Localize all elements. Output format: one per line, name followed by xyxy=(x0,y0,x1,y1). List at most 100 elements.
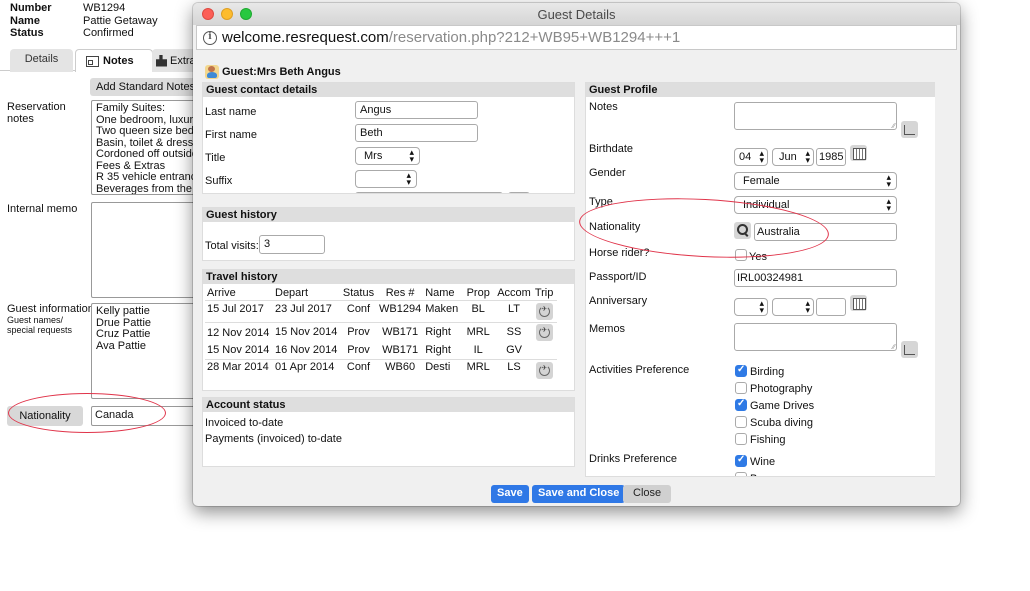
gender-select[interactable]: Female ▴ ▾ xyxy=(734,172,897,190)
url-host: welcome.resrequest.com xyxy=(222,29,389,46)
info-icon[interactable]: i xyxy=(203,30,217,45)
panel-header: Guest contact details xyxy=(203,83,574,97)
passport-input[interactable]: IRL00324981 xyxy=(734,269,897,287)
note-icon xyxy=(86,55,99,67)
activity-checkbox-photography[interactable] xyxy=(735,382,747,394)
close-button[interactable]: Close xyxy=(623,485,672,503)
depart-cell: 15 Nov 2014 xyxy=(275,326,338,339)
trip-icon[interactable] xyxy=(536,302,554,320)
guest-information-label: Guest information Guest names/ special r… xyxy=(7,303,94,335)
reservation-notes-textarea[interactable]: Family Suites: One bedroom, luxury Two q… xyxy=(91,100,206,195)
arrive-cell: 12 Nov 2014 xyxy=(207,327,270,340)
next-field-button[interactable] xyxy=(508,192,530,193)
title-bar[interactable]: Guest Details xyxy=(193,3,960,25)
add-standard-notes-button[interactable]: Add Standard Notes xyxy=(90,78,205,96)
trip-icon[interactable] xyxy=(536,361,554,379)
tab-details[interactable]: Details xyxy=(10,49,73,72)
memos-label: Memos xyxy=(589,323,626,335)
depart-cell: 23 Jul 2017 xyxy=(273,300,340,323)
suffix-label: Suffix xyxy=(205,175,233,187)
expand-notes-icon[interactable] xyxy=(901,121,918,138)
calendar-icon[interactable] xyxy=(850,295,867,311)
panel-header: Guest history xyxy=(203,208,574,222)
table-row[interactable]: 15 Nov 2014 16 Nov 2014 Prov WB171 Right… xyxy=(205,342,557,360)
tab-notes[interactable]: Notes xyxy=(75,49,153,72)
activity-checkbox-fishing[interactable] xyxy=(735,433,747,445)
anniversary-year-input[interactable] xyxy=(816,298,846,316)
birth-year-input[interactable]: 1985 xyxy=(816,148,846,166)
activity-label: Game Drives xyxy=(750,400,815,412)
activity-checkbox-scuba-diving[interactable] xyxy=(735,416,747,428)
nationality-input[interactable]: Canada xyxy=(91,406,206,426)
tab-label: Notes xyxy=(103,55,134,67)
guest-profile-panel: Guest Profile Notes Birthdate 04 ▴▾ Jun ▴▾… xyxy=(585,82,935,477)
guest-information-textarea[interactable]: Kelly pattie Drue Pattie Cruz Pattie Ava… xyxy=(91,303,206,399)
name-cell: Desti xyxy=(425,360,451,373)
internal-memo-textarea[interactable] xyxy=(91,202,206,298)
expand-memos-icon[interactable] xyxy=(901,341,918,358)
trip-icon[interactable] xyxy=(536,323,554,341)
type-label: Type xyxy=(589,196,613,208)
res-cell[interactable]: WB171 xyxy=(377,342,424,360)
drink-checkbox-beer[interactable] xyxy=(735,472,747,476)
birth-day-select[interactable]: 04 ▴ ▾ xyxy=(734,148,768,166)
window-title: Guest Details xyxy=(537,7,616,22)
birthdate-label: Birthdate xyxy=(589,143,634,155)
note-line: Family Suites: xyxy=(96,102,166,114)
table-row[interactable]: 15 Jul 2017 23 Jul 2017 Conf WB1294 Make… xyxy=(205,300,557,323)
profile-notes-textarea[interactable] xyxy=(734,102,897,130)
internal-memo-label: Internal memo xyxy=(7,203,78,215)
reservation-notes-label: Reservation notes xyxy=(7,101,66,125)
title-select[interactable]: Mrs ▴ ▾ xyxy=(355,147,420,165)
activities-label: Activities Preference xyxy=(589,364,690,376)
column-header: Res # xyxy=(377,286,424,301)
save-and-close-button[interactable]: Save and Close xyxy=(532,485,626,503)
birth-month-select[interactable]: Jun ▴ ▾ xyxy=(772,148,814,166)
select-arrows-icon: ▴ ▾ xyxy=(805,298,810,315)
memos-textarea[interactable] xyxy=(734,323,897,351)
table-row[interactable]: 12 Nov 2014 15 Nov 2014 Prov WB171 Right… xyxy=(205,322,557,342)
table-header-row: Arrive Depart Status Res # Name Prop Acc… xyxy=(205,286,557,301)
activity-checkbox-game-drives[interactable] xyxy=(735,398,747,411)
select-arrows-icon: ▴ ▾ xyxy=(805,148,810,165)
address-bar[interactable]: i welcome.resrequest.com/reservation.php… xyxy=(196,25,957,50)
status-cell: Prov xyxy=(347,326,370,339)
horse-rider-checkbox[interactable] xyxy=(735,249,747,261)
first-name-input[interactable]: Beth xyxy=(355,124,478,142)
note-line: Cordoned off outside xyxy=(96,148,198,160)
guest-info-title: Guest information xyxy=(7,303,94,315)
calendar-icon[interactable] xyxy=(850,145,867,161)
nationality-button[interactable]: Nationality xyxy=(7,406,83,426)
title-value: Mrs xyxy=(364,150,383,162)
res-cell[interactable]: WB60 xyxy=(377,359,423,381)
anniversary-month-select[interactable]: ▴ ▾ xyxy=(772,298,814,316)
next-field-input[interactable] xyxy=(355,192,503,193)
search-icon[interactable] xyxy=(734,222,751,239)
activity-label: Birding xyxy=(750,366,785,378)
suffix-select[interactable]: ▴ ▾ xyxy=(355,170,417,188)
table-row[interactable]: 28 Mar 2014 01 Apr 2014 Conf WB60 Desti … xyxy=(205,359,557,381)
res-cell[interactable]: WB1294 xyxy=(377,300,424,323)
drink-checkbox-wine[interactable] xyxy=(735,454,747,467)
activity-checkbox-birding[interactable] xyxy=(735,364,747,377)
type-select[interactable]: Individual ▴ ▾ xyxy=(734,196,897,214)
column-header: Name xyxy=(423,286,462,301)
column-header: Status xyxy=(340,286,377,301)
type-value: Individual xyxy=(743,199,790,211)
reservation-number: WB1294 xyxy=(83,2,126,14)
guest-heading: Guest:Mrs Beth Angus xyxy=(205,65,341,79)
total-visits-input[interactable]: 3 xyxy=(259,235,325,254)
reservation-status: Confirmed xyxy=(83,27,134,39)
summary-label: Number xyxy=(10,2,52,14)
activity-label: Scuba diving xyxy=(750,417,813,429)
arrive-cell: 28 Mar 2014 xyxy=(207,360,269,373)
save-button[interactable]: Save xyxy=(491,485,529,503)
res-cell[interactable]: WB171 xyxy=(377,322,423,342)
select-arrows-icon: ▴ ▾ xyxy=(759,148,764,165)
guest-line: Kelly pattie xyxy=(96,305,150,317)
horse-rider-option: Yes xyxy=(749,251,767,263)
last-name-input[interactable]: Angus xyxy=(355,101,478,119)
anniversary-day-select[interactable]: ▴ ▾ xyxy=(734,298,768,316)
travel-history-panel: Travel history Arrive Depart Status Res … xyxy=(202,269,575,391)
nationality-input[interactable]: Australia xyxy=(754,223,897,241)
